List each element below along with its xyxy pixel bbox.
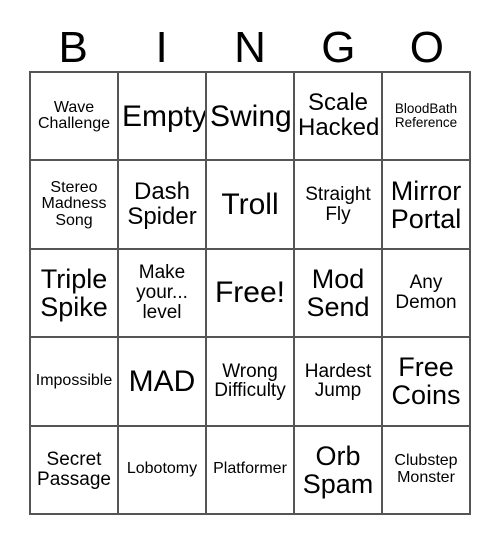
bingo-cell-label: Wave Challenge (37, 98, 111, 133)
bingo-cell-label: Orb Spam (302, 440, 374, 499)
bingo-cell-label: Impossible (35, 372, 113, 390)
bingo-cell-label: Stereo Madness Song (41, 178, 107, 229)
header-letter-g: G (321, 23, 356, 72)
header-letter-o: O (409, 23, 444, 72)
bingo-cell[interactable]: Straight Fly (295, 161, 383, 250)
bingo-cell[interactable]: Stereo Madness Song (31, 161, 119, 250)
bingo-cell-label: Scale Hacked (298, 89, 380, 142)
bingo-cell-label: Lobotomy (126, 460, 198, 478)
bingo-cell[interactable]: Triple Spike (31, 249, 119, 339)
bingo-cell-label: Make your... level (136, 262, 188, 323)
bingo-cell[interactable]: Scale Hacked (295, 73, 383, 162)
bingo-cell[interactable]: Mirror Portal (383, 161, 471, 250)
bingo-cell[interactable]: Free Coins (383, 338, 471, 427)
bingo-cell-label: Empty (122, 99, 207, 133)
bingo-cell[interactable]: Impossible (31, 338, 119, 427)
bingo-grid: Wave Challenge Empty Swing Scale Hacked … (29, 71, 471, 515)
bingo-cell-label: Free! (214, 276, 286, 310)
bingo-cell[interactable]: Empty (119, 73, 207, 162)
bingo-cell-free-space[interactable]: Free! (207, 249, 295, 339)
bingo-cell-label: BloodBath Reference (394, 101, 458, 131)
bingo-cell[interactable]: Wave Challenge (31, 73, 119, 162)
bingo-cell-label: Wrong Difficulty (214, 360, 286, 402)
bingo-cell[interactable]: Secret Passage (31, 426, 119, 515)
bingo-cell-label: Swing (210, 99, 292, 133)
header-letter-i: I (155, 23, 168, 72)
bingo-cell[interactable]: Clubstep Monster (383, 426, 471, 515)
bingo-cell[interactable]: Any Demon (383, 249, 471, 339)
bingo-cell-label: Mod Send (306, 263, 370, 322)
bingo-cell[interactable]: Hardest Jump (295, 338, 383, 427)
header-letter-b: B (58, 23, 88, 72)
bingo-cell-label: Dash Spider (127, 177, 197, 230)
bingo-cell-label: Platformer (213, 460, 287, 478)
bingo-card: B I N G O Wave Challenge Empty Swing Sca… (0, 0, 500, 544)
bingo-cell-label: Troll (221, 188, 279, 221)
bingo-cell[interactable]: Swing (207, 73, 295, 162)
bingo-cell[interactable]: Troll (207, 161, 295, 250)
bingo-cell[interactable]: BloodBath Reference (383, 73, 471, 162)
bingo-cell[interactable]: Wrong Difficulty (207, 338, 295, 427)
bingo-cell-label: Clubstep Monster (394, 452, 458, 486)
bingo-cell-label: Mirror Portal (390, 175, 462, 234)
bingo-cell[interactable]: Dash Spider (119, 161, 207, 250)
bingo-cell-label: Secret Passage (37, 449, 111, 490)
bingo-cell-label: MAD (128, 364, 196, 398)
header-letter-n: N (234, 23, 266, 72)
bingo-cell[interactable]: Orb Spam (295, 426, 383, 515)
bingo-header: B I N G O (29, 14, 471, 71)
bingo-cell-label: Hardest Jump (304, 360, 372, 402)
bingo-cell-label: Triple Spike (40, 263, 108, 322)
bingo-cell-label: Free Coins (391, 352, 461, 411)
bingo-cell-label: Any Demon (395, 272, 457, 313)
bingo-cell[interactable]: Platformer (207, 426, 295, 515)
bingo-cell[interactable]: Make your... level (119, 249, 207, 339)
bingo-cell[interactable]: Mod Send (295, 249, 383, 339)
bingo-cell-label: Straight Fly (305, 183, 371, 225)
bingo-cell[interactable]: Lobotomy (119, 426, 207, 515)
bingo-cell[interactable]: MAD (119, 338, 207, 427)
